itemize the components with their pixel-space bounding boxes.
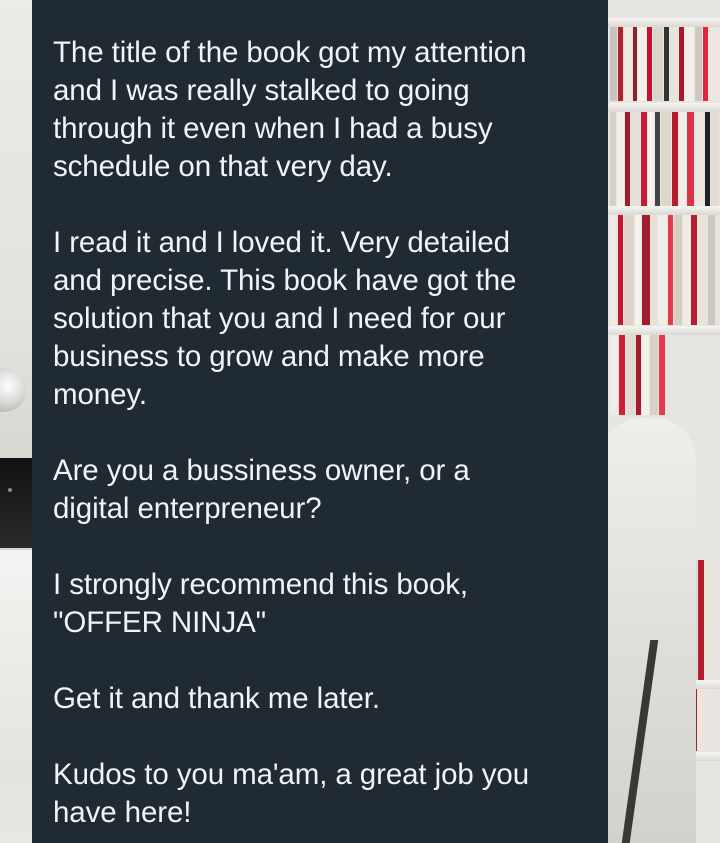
message-paragraph: Are you a bussiness owner, or a digital …	[53, 454, 470, 525]
book-row	[610, 112, 720, 206]
message-paragraph: The title of the book got my attention a…	[53, 36, 527, 183]
shelf-board	[606, 206, 720, 215]
chair-shape	[600, 418, 696, 843]
book-row	[610, 27, 720, 101]
message-paragraph: I strongly recommend this book, "OFFER N…	[53, 568, 468, 639]
message-paragraph: Kudos to you ma'am, a great job you have…	[53, 758, 530, 829]
message-bubble: The title of the book got my attention a…	[32, 0, 608, 843]
shelf-board	[606, 103, 720, 112]
message-paragraph: I read it and I loved it. Very detailed …	[53, 226, 517, 411]
book-row	[610, 215, 720, 325]
shelf-board	[606, 326, 720, 335]
book-row	[610, 335, 720, 415]
room-wall-left	[0, 0, 34, 843]
speaker-shape	[0, 458, 34, 548]
cabinet-shape	[0, 550, 34, 760]
shelf-board	[606, 18, 720, 27]
lamp-shape	[0, 368, 26, 412]
message-paragraph: Get it and thank me later.	[53, 682, 380, 715]
